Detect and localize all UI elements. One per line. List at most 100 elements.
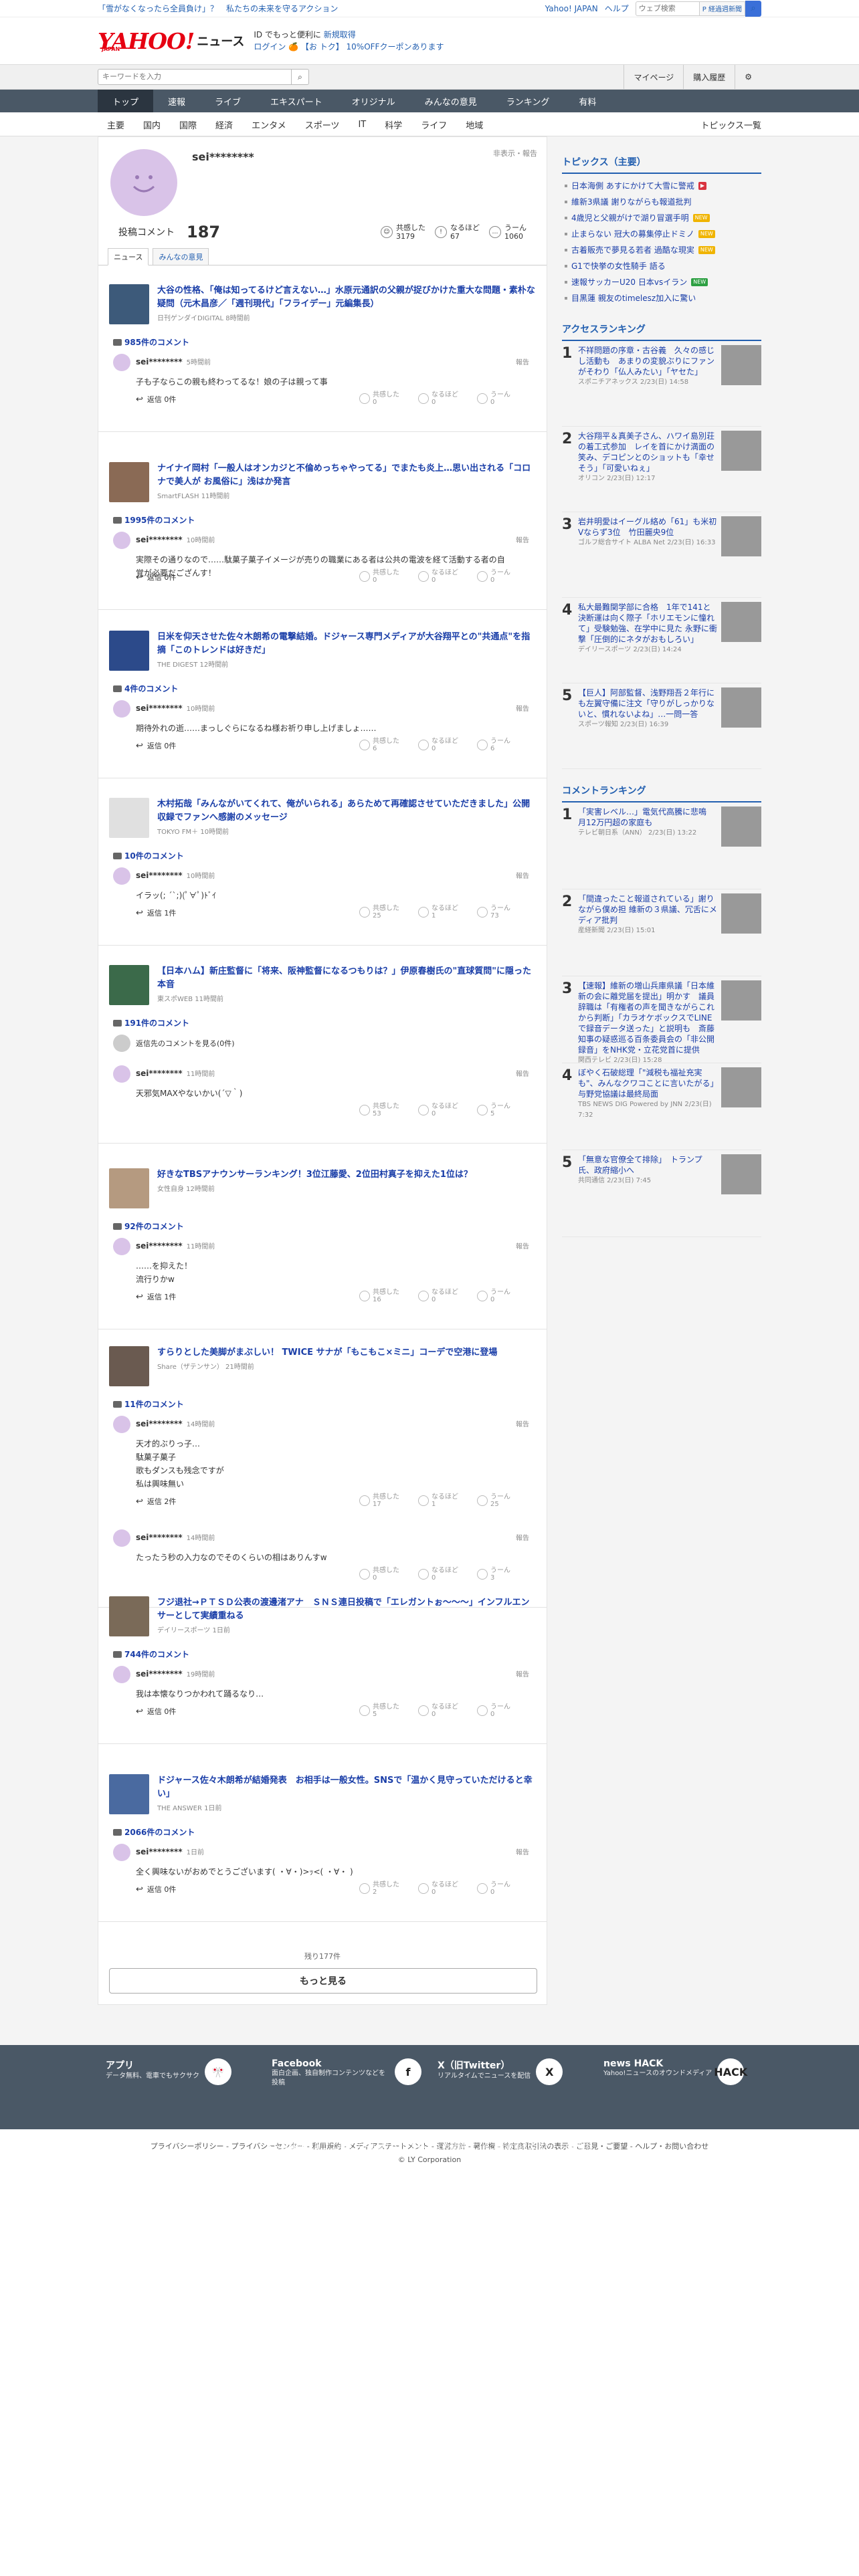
reaction-empathy-button[interactable]: 共感した 0 (359, 1567, 411, 1582)
reaction-hmm-button[interactable]: うーん 0 (477, 1881, 529, 1896)
comment-count-link[interactable]: 11件のコメント (113, 1398, 184, 1410)
report-link[interactable]: 報告 (516, 356, 529, 366)
reply-button[interactable]: ↩ 返信 0件 (136, 740, 176, 751)
search-option-button[interactable]: P 経過週新聞 (699, 1, 745, 16)
footer-nav-link[interactable]: みんなの意見 (418, 2141, 466, 2152)
nav-tab-paid[interactable]: 有料 (564, 90, 611, 112)
comment-count-link[interactable]: 2066件のコメント (113, 1826, 195, 1838)
category-science[interactable]: 科学 (375, 118, 411, 131)
yahoo-japan-link[interactable]: Yahoo! JAPAN (545, 4, 598, 13)
comment-user[interactable]: sei******** 10時間前 (136, 870, 215, 880)
category-entertainment[interactable]: エンタメ (242, 118, 296, 131)
search-icon[interactable]: ⌕ (292, 69, 309, 85)
reaction-hmm-button[interactable]: うーん 3 (477, 1567, 529, 1582)
tab-opinion[interactable]: みんなの意見 (153, 248, 209, 265)
category-economy[interactable]: 経済 (206, 118, 242, 131)
reaction-empathy-button[interactable]: 共感した 0 (359, 391, 411, 406)
nav-tab-original[interactable]: オリジナル (337, 90, 410, 112)
ranking-item[interactable]: 4 ぼやく石破総理「"減税も福祉充実も"、みんなクワコことに言いたがる」 与野党協… (562, 1063, 761, 1150)
footer-facebook-block[interactable]: Facebook 面白企画、独自制作コンテンツなどを投稿 f (264, 2058, 430, 2108)
topic-item[interactable]: 古着販売で夢見る若者 過酷な現実 NEW (562, 242, 761, 258)
ranking-item[interactable]: 3 【速報】維新の増山兵庫県議「日本維新の会に離党届を提出」明かす 議員辞職は「有… (562, 976, 761, 1064)
article-title[interactable]: フジ退社→ＰＴＳＤ公表の渡邊渚アナ ＳＮＳ連日投稿で「エレガントぉ～～～」インフ… (157, 1596, 537, 1623)
reaction-empathy-button[interactable]: 共感した 25 (359, 905, 411, 920)
article-title[interactable]: ドジャース佐々木朗希が結婚発表 お相手は一般女性。SNSで「温かく見守っていただ… (157, 1774, 537, 1801)
comment-user[interactable]: sei******** 11時間前 (136, 1068, 215, 1078)
tab-news[interactable]: ニュース (108, 248, 149, 265)
report-link[interactable]: 報告 (516, 870, 529, 880)
reaction-hmm-button[interactable]: うーん 73 (477, 905, 529, 920)
reaction-hmm-button[interactable]: うーん 0 (477, 569, 529, 584)
article-title[interactable]: 日米を仰天させた佐々木朗希の電撃結婚。ドジャース専門メディアが大谷翔平との"共通… (157, 631, 537, 657)
ranking-item[interactable]: 2 「間違ったこと報道されている」謝りながら僕め担 維新の３県議、冗舌にメディア批… (562, 889, 761, 976)
reaction-hmm-button[interactable]: うーん 0 (477, 1289, 529, 1303)
nav-tab-opinion[interactable]: みんなの意見 (410, 90, 492, 112)
comment-user[interactable]: sei******** 1日前 (136, 1846, 204, 1856)
article-title[interactable]: すらりとした美脚がまぶしい！ TWICE サナが「もこもこ×ミニ」コーデで空港に… (157, 1346, 537, 1360)
topic-item[interactable]: 日本海側 あすにかけて大雪に警戒 ▶ (562, 178, 761, 194)
nav-tab-live[interactable]: ライブ (200, 90, 256, 112)
reaction-hmm-button[interactable]: うーん 0 (477, 391, 529, 406)
reaction-insight-button[interactable]: なるほど 0 (418, 1567, 470, 1582)
reaction-insight-button[interactable]: なるほど 0 (418, 738, 470, 752)
topic-item[interactable]: G1で快挙の女性騎手 語る (562, 258, 761, 274)
signup-link[interactable]: 新規取得 (324, 30, 356, 39)
footer-nav-link[interactable]: ニュース提供社 (538, 2141, 593, 2152)
view-parent-comment[interactable]: 返信先のコメントを見る(0件) (113, 1035, 235, 1052)
purchase-history-link[interactable]: 購入履歴 (683, 65, 735, 89)
footer-nav-link[interactable]: ライブ (306, 2141, 330, 2152)
reaction-insight-button[interactable]: なるほど 0 (418, 1289, 470, 1303)
reaction-empathy-button[interactable]: 共感した 17 (359, 1493, 411, 1508)
reply-button[interactable]: ↩ 返信 0件 (136, 1884, 176, 1895)
article-title[interactable]: 大谷の性格、「俺は知ってるけど言えない…」水原元通訳の父親が捉びかけた重大な問題… (157, 284, 537, 311)
reply-button[interactable]: ↩ 返信 1件 (136, 907, 176, 918)
report-link[interactable]: 報告 (516, 1669, 529, 1679)
ranking-item[interactable]: 4 私大最難関学部に合格 1年で141と決断運は向く際子「ホリエモンに憧れて」受験… (562, 598, 761, 683)
footer-x-block[interactable]: X（旧Twitter） リアルタイムでニュースを配信 X (430, 2058, 595, 2108)
ranking-item[interactable]: 5 「無意な官僚全て排除」 トランプ氏、政府縮小へ 共同通信 2/23(日) 7:4… (562, 1150, 761, 1237)
report-link[interactable]: 報告 (516, 703, 529, 713)
topic-item[interactable]: 4歳児と父親がけで湖り冒選手明 NEW (562, 210, 761, 226)
nav-tab-ranking[interactable]: ランキング (492, 90, 565, 112)
topics-list-link[interactable]: トピックス一覧 (700, 118, 761, 131)
reaction-insight-button[interactable]: なるほど 1 (418, 1493, 470, 1508)
comment-count-link[interactable]: 4件のコメント (113, 683, 178, 694)
ranking-item[interactable]: 2 大谷翔平＆真美子さん、ハワイ島別荘の着工式参加 レイを首にかけ満面の笑み、デコ… (562, 427, 761, 512)
reply-button[interactable]: ↩ 返信 0件 (136, 1706, 176, 1717)
footer-nav-link[interactable]: エキスパート (330, 2141, 378, 2152)
footer-nav-link[interactable]: RSS (522, 2141, 538, 2151)
topic-item[interactable]: 速報サッカーU20 日本vsイラン NEW (562, 274, 761, 290)
nav-tab-flash[interactable]: 速報 (153, 90, 200, 112)
ranking-item[interactable]: 3 岩井明愛はイーグル絡め「61」も米初Vならず3位 竹田麗央9位 ゴルフ総合サイト… (562, 512, 761, 598)
report-link[interactable]: 報告 (516, 1068, 529, 1078)
comment-count-link[interactable]: 191件のコメント (113, 1017, 189, 1029)
search-icon[interactable]: ⌕ (745, 0, 761, 17)
reaction-insight-button[interactable]: なるほど 0 (418, 569, 470, 584)
category-local[interactable]: 地域 (456, 118, 492, 131)
footer-nav-link[interactable]: 速報 (290, 2141, 306, 2152)
promo-link[interactable]: 「雪がなくなったら全員負け」？ 私たちの未来を守るアクション (98, 3, 338, 14)
article-title[interactable]: 好きなTBSアナウンサーランキング！3位江藤愛、2位田村真子を抑えた1位は？ (157, 1168, 537, 1182)
gear-icon[interactable]: ⚙ (735, 65, 761, 89)
reaction-insight-button[interactable]: なるほど 0 (418, 1703, 470, 1718)
reaction-empathy-button[interactable]: 共感した 5 (359, 1703, 411, 1718)
category-life[interactable]: ライフ (411, 118, 456, 131)
reaction-empathy-button[interactable]: 共感した 53 (359, 1103, 411, 1117)
category-it[interactable]: IT (349, 120, 375, 130)
comment-user[interactable]: sei******** 14時間前 (136, 1418, 215, 1428)
reaction-insight-button[interactable]: なるほど 0 (418, 1103, 470, 1117)
comment-user[interactable]: sei******** 11時間前 (136, 1241, 215, 1251)
report-link[interactable]: 報告 (516, 1241, 529, 1251)
mypage-link[interactable]: マイページ (624, 65, 683, 89)
report-link[interactable]: 報告 (516, 1846, 529, 1856)
article-title[interactable]: 【日本ハム】新庄監督に「将来、阪神監督になるつもりは？」伊原春樹氏の"直球質問"… (157, 965, 537, 992)
web-search-input[interactable] (635, 1, 700, 16)
report-link[interactable]: 報告 (516, 534, 529, 544)
comment-user[interactable]: sei******** 5時間前 (136, 356, 211, 366)
help-link[interactable]: ヘルプ (605, 3, 629, 14)
ranking-item[interactable]: 1 「実害レベル…」電気代高騰に悲鳴 月12万円超の家庭も テレビ朝日系（ANN） … (562, 802, 761, 889)
article-title[interactable]: ナイナイ岡村「一般人はオンカジと不倫めっちゃやってる」でまたも炎上…思い出される… (157, 462, 537, 489)
reply-button[interactable]: ↩ 返信 0件 (136, 394, 176, 405)
reaction-hmm-button[interactable]: うーん 5 (477, 1103, 529, 1117)
article-title[interactable]: 木村拓哉「みんながいてくれて、俺がいられる」あらためて再確認させていただきました… (157, 798, 537, 825)
